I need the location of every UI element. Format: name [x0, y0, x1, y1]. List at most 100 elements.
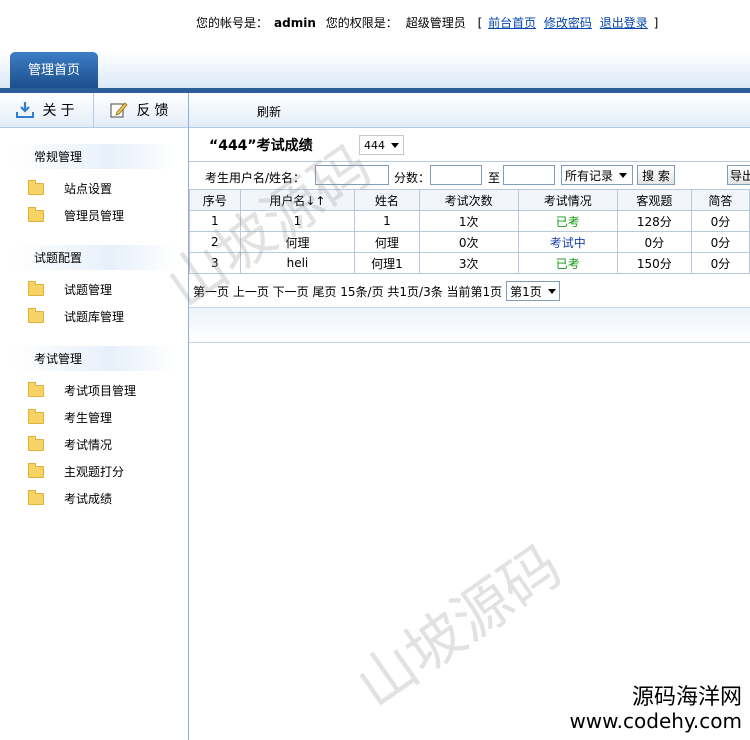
menu-item-question-manage[interactable]: 试题管理	[0, 276, 188, 303]
home-link[interactable]: 前台首页	[488, 16, 536, 30]
group-title-question-config: 试题配置	[12, 245, 176, 270]
search-button[interactable]: 搜 索	[637, 165, 675, 185]
score-label: 分数：	[394, 171, 431, 185]
account-info: 您的帐号是： admin 您的权限是： 超级管理员 [ 前台首页 修改密码 退出登录…	[196, 14, 658, 31]
menu-label: 考试情况	[64, 438, 113, 452]
brand-name: 源码海洋网	[631, 684, 742, 710]
pagination-text[interactable]: 第一页 上一页 下一页 尾页 15条/页 共1页/3条 当前第1页	[193, 283, 502, 300]
download-icon	[15, 102, 34, 118]
col-header-objective: 客观题	[616, 189, 692, 211]
feedback-button[interactable]: 反馈	[93, 93, 187, 127]
menu-label: 考试成绩	[64, 492, 113, 506]
top-bar: 您的帐号是： admin 您的权限是： 超级管理员 [ 前台首页 修改密码 退出登录…	[0, 0, 750, 52]
score-min-input[interactable]	[430, 165, 482, 185]
chevron-down-icon	[547, 288, 556, 294]
menu-label: 试题管理	[64, 283, 113, 297]
score-max-input[interactable]	[503, 165, 555, 185]
exam-select[interactable]: 444	[359, 135, 404, 155]
menu-label: 试题库管理	[64, 310, 125, 324]
folder-icon	[28, 435, 44, 451]
brand-url: www.codehy.com	[569, 709, 742, 733]
logout-link[interactable]: 退出登录	[600, 16, 648, 30]
user-input[interactable]	[315, 165, 389, 185]
menu-item-exam-project[interactable]: 考试项目管理	[0, 377, 188, 404]
menu-item-exam-status[interactable]: 考试情况	[0, 431, 188, 458]
cell-short-answer: 0分	[690, 210, 750, 232]
pagination: 第一页 上一页 下一页 尾页 15条/页 共1页/3条 当前第1页 第1页	[193, 281, 560, 301]
filter-bar: 考生用户名/姓名： 分数： 至 所有记录 搜 索 导出	[189, 161, 750, 188]
change-password-link[interactable]: 修改密码	[544, 16, 592, 30]
feedback-label: 反馈	[136, 103, 173, 119]
menu-item-admin-manage[interactable]: 管理员管理	[0, 202, 188, 229]
to-label: 至	[488, 171, 501, 185]
cell-attempts: 1次	[418, 210, 519, 232]
folder-icon	[28, 206, 44, 222]
results-table: 序号 用户名↓↑ 姓名 考试次数 考试情况 客观题 简答 1 1 1 1次 已考…	[189, 189, 750, 274]
menu-label: 主观题打分	[64, 465, 125, 479]
cell-name: 何理1	[354, 252, 420, 274]
page-title: “444”考试成绩	[209, 138, 313, 154]
cell-short-answer: 0分	[690, 252, 750, 274]
main-content: 刷新 “444”考试成绩 444 考生用户名/姓名： 分数： 至 所有记录 搜 …	[189, 93, 750, 740]
cell-objective: 150分	[616, 252, 692, 274]
brand-logo: 源码海洋网 www.codehy.com	[569, 684, 742, 733]
folder-icon	[28, 489, 44, 505]
content-footer-band	[189, 307, 750, 343]
menu-item-subjective-grading[interactable]: 主观题打分	[0, 458, 188, 485]
tab-bar: 管理首页	[0, 52, 750, 93]
cell-attempts: 0次	[418, 231, 519, 253]
sidebar: 关于 反馈 常规管理 站点设置 管理员管理 试题配置 试题管理 试题库管理 考试…	[0, 93, 189, 740]
col-header-attempts: 考试次数	[418, 189, 519, 211]
records-select[interactable]: 所有记录	[561, 165, 633, 185]
page-select-value: 第1页	[510, 284, 542, 299]
cell-index: 2	[189, 231, 241, 253]
group-title-general: 常规管理	[12, 144, 176, 169]
toolbar: 刷新	[189, 93, 750, 128]
exam-select-value: 444	[364, 138, 385, 152]
menu-item-examinee[interactable]: 考生管理	[0, 404, 188, 431]
account-label: 您的帐号是：	[196, 16, 269, 30]
cell-status[interactable]: 已考	[517, 210, 618, 232]
cell-username: 1	[239, 210, 356, 232]
menu-item-question-bank[interactable]: 试题库管理	[0, 303, 188, 330]
bracket-close: ]	[653, 16, 659, 30]
cell-username: heli	[239, 252, 356, 274]
folder-icon	[28, 462, 44, 478]
col-header-short-answer: 简答	[690, 189, 750, 211]
chevron-down-icon	[619, 172, 628, 178]
menu-label: 考试项目管理	[64, 384, 137, 398]
tab-admin-home[interactable]: 管理首页	[10, 52, 98, 88]
about-button[interactable]: 关于	[0, 93, 93, 127]
folder-icon	[28, 381, 44, 397]
cell-index: 3	[189, 252, 241, 274]
group-title-exam-manage: 考试管理	[12, 346, 176, 371]
permission-value: 超级管理员	[405, 16, 466, 30]
records-select-value: 所有记录	[565, 168, 614, 183]
cell-short-answer: 0分	[690, 231, 750, 253]
export-button[interactable]: 导出	[727, 165, 750, 185]
refresh-button[interactable]: 刷新	[257, 103, 281, 120]
cell-status[interactable]: 已考	[517, 252, 618, 274]
col-header-username[interactable]: 用户名↓↑	[239, 189, 356, 211]
col-header-name: 姓名	[354, 189, 420, 211]
col-header-status: 考试情况	[517, 189, 618, 211]
cell-objective: 0分	[616, 231, 692, 253]
permission-label: 您的权限是：	[325, 16, 398, 30]
bracket-open: [	[477, 16, 483, 30]
menu-label: 站点设置	[64, 182, 113, 196]
menu-label: 考生管理	[64, 411, 113, 425]
menu-item-site-settings[interactable]: 站点设置	[0, 175, 188, 202]
folder-icon	[28, 307, 44, 323]
edit-icon	[109, 102, 128, 118]
account-value: admin	[274, 16, 316, 30]
about-label: 关于	[42, 103, 79, 119]
table-row: 3 heli 何理1 3次 已考 150分 0分	[189, 252, 750, 274]
cell-status[interactable]: 考试中	[517, 231, 618, 253]
table-row: 2 何理 何理 0次 考试中 0分 0分	[189, 231, 750, 253]
cell-objective: 128分	[616, 210, 692, 232]
cell-index: 1	[189, 210, 241, 232]
menu-item-exam-scores[interactable]: 考试成绩	[0, 485, 188, 512]
folder-icon	[28, 179, 44, 195]
page-select[interactable]: 第1页	[506, 281, 560, 301]
cell-username: 何理	[239, 231, 356, 253]
